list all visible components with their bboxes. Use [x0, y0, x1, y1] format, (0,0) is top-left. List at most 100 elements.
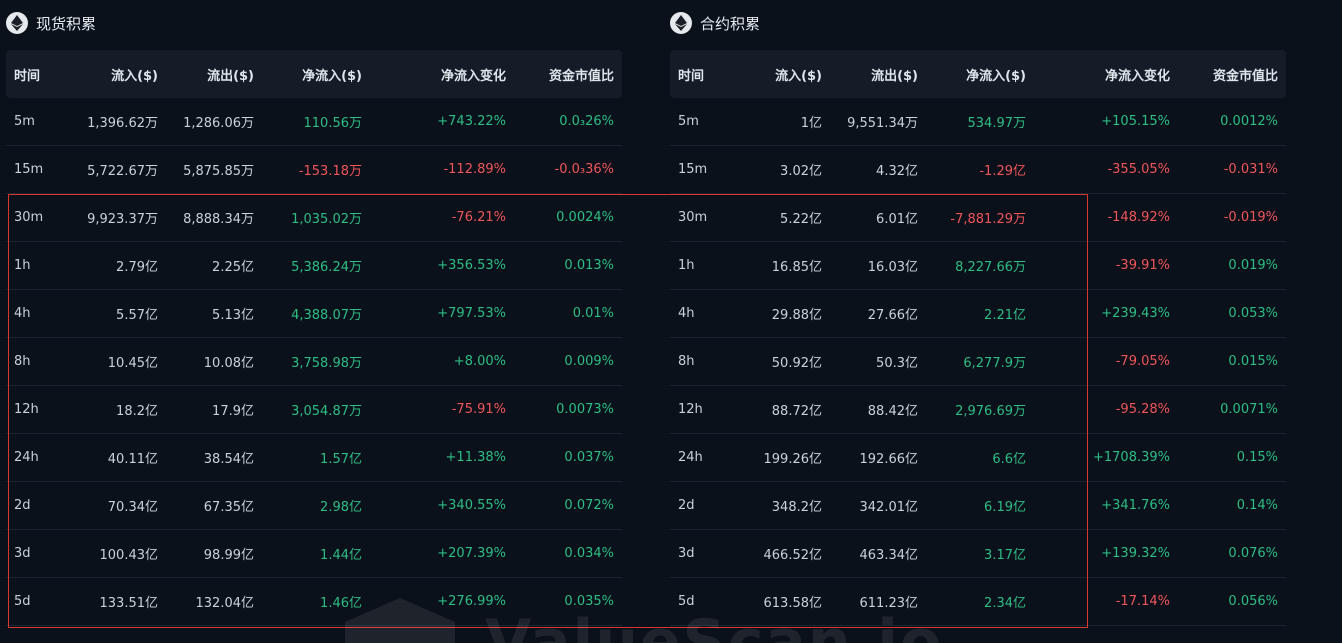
cell-fund-ratio: 0.15% [1236, 450, 1278, 465]
cell-time: 1h [678, 258, 695, 273]
header-net-inflow[interactable]: 净流入($) [918, 65, 1026, 84]
cell-fund-ratio: 0.0012% [1220, 114, 1278, 129]
cell-inflow: 3.02亿 [780, 164, 822, 179]
cell-net-inflow: 3,054.87万 [291, 404, 362, 419]
cell-outflow: 1,286.06万 [183, 116, 254, 131]
table-row[interactable]: 8h 50.92亿 50.3亿 6,277.9万 -79.05% 0.015% [670, 338, 1286, 386]
cell-net-change: +797.53% [437, 306, 506, 321]
cell-time: 24h [14, 450, 39, 465]
header-net-change[interactable]: 净流入变化 [1026, 65, 1170, 84]
cell-fund-ratio: 0.0073% [556, 402, 614, 417]
cell-net-inflow: 2,976.69万 [955, 404, 1026, 419]
cell-time: 2d [678, 498, 695, 513]
cell-time: 12h [678, 402, 703, 417]
cell-fund-ratio: 0.076% [1228, 546, 1278, 561]
cell-outflow: 10.08亿 [203, 356, 254, 371]
table-row[interactable]: 12h 88.72亿 88.42亿 2,976.69万 -95.28% 0.0071% [670, 386, 1286, 434]
table-row[interactable]: 3d 466.52亿 463.34亿 3.17亿 +139.32% 0.076% [670, 530, 1286, 578]
table-row[interactable]: 3d 100.43亿 98.99亿 1.44亿 +207.39% 0.034% [6, 530, 622, 578]
table-row[interactable]: 5m 1,396.62万 1,286.06万 110.56万 +743.22% 0.0₃2… [6, 98, 622, 146]
cell-net-inflow: 2.34亿 [984, 596, 1026, 611]
cell-fund-ratio: 0.0024% [556, 210, 614, 225]
cell-fund-ratio: 0.037% [564, 450, 614, 465]
table-row[interactable]: 12h 18.2亿 17.9亿 3,054.87万 -75.91% 0.0073% [6, 386, 622, 434]
cell-inflow: 133.51亿 [99, 596, 159, 611]
cell-fund-ratio: 0.0071% [1220, 402, 1278, 417]
cell-net-inflow: 534.97万 [967, 116, 1027, 131]
cell-net-change: +743.22% [437, 114, 506, 129]
header-fund-ratio[interactable]: 资金市值比 [506, 65, 614, 84]
header-time[interactable]: 时间 [670, 65, 730, 84]
table-row[interactable]: 2d 348.2亿 342.01亿 6.19亿 +341.76% 0.14% [670, 482, 1286, 530]
spot-table: 时间 流入($) 流出($) 净流入($) 净流入变化 资金市值比 5m 1,39… [6, 50, 622, 626]
header-net-change[interactable]: 净流入变化 [362, 65, 506, 84]
header-fund-ratio[interactable]: 资金市值比 [1170, 65, 1278, 84]
cell-net-inflow: -153.18万 [298, 164, 362, 179]
table-row[interactable]: 4h 5.57亿 5.13亿 4,388.07万 +797.53% 0.01% [6, 290, 622, 338]
futures-accumulation-panel: 合约积累 时间 流入($) 流出($) 净流入($) 净流入变化 资金市值比 5… [670, 0, 1286, 626]
cell-time: 4h [14, 306, 31, 321]
cell-time: 5m [14, 114, 35, 129]
ethereum-icon [670, 12, 692, 34]
cell-outflow: 4.32亿 [876, 164, 918, 179]
table-row[interactable]: 15m 5,722.67万 5,875.85万 -153.18万 -112.89% -0.… [6, 146, 622, 194]
table-row[interactable]: 24h 40.11亿 38.54亿 1.57亿 +11.38% 0.037% [6, 434, 622, 482]
table-row[interactable]: 1h 16.85亿 16.03亿 8,227.66万 -39.91% 0.019% [670, 242, 1286, 290]
table-row[interactable]: 4h 29.88亿 27.66亿 2.21亿 +239.43% 0.053% [670, 290, 1286, 338]
cell-fund-ratio: 0.01% [572, 306, 614, 321]
header-time[interactable]: 时间 [6, 65, 66, 84]
cell-fund-ratio: -0.019% [1223, 210, 1278, 225]
cell-net-change: +8.00% [453, 354, 506, 369]
cell-net-inflow: 8,227.66万 [955, 260, 1026, 275]
header-inflow[interactable]: 流入($) [730, 65, 822, 84]
spot-table-body: 5m 1,396.62万 1,286.06万 110.56万 +743.22% 0.0₃2… [6, 98, 622, 626]
header-outflow[interactable]: 流出($) [158, 65, 254, 84]
cell-net-inflow: 1.46亿 [320, 596, 362, 611]
cell-outflow: 8,888.34万 [183, 212, 254, 227]
cell-time: 12h [14, 402, 39, 417]
cell-inflow: 466.52亿 [763, 548, 823, 563]
cell-time: 2d [14, 498, 31, 513]
cell-net-change: -95.28% [1115, 402, 1170, 417]
table-row[interactable]: 2d 70.34亿 67.35亿 2.98亿 +340.55% 0.072% [6, 482, 622, 530]
cell-inflow: 10.45亿 [107, 356, 158, 371]
cell-outflow: 88.42亿 [867, 404, 918, 419]
cell-fund-ratio: 0.072% [564, 498, 614, 513]
header-net-inflow[interactable]: 净流入($) [254, 65, 362, 84]
cell-net-inflow: 3.17亿 [984, 548, 1026, 563]
cell-outflow: 463.34亿 [859, 548, 919, 563]
cell-net-inflow: 5,386.24万 [291, 260, 362, 275]
table-row[interactable]: 5d 613.58亿 611.23亿 2.34亿 -17.14% 0.056% [670, 578, 1286, 626]
table-row[interactable]: 8h 10.45亿 10.08亿 3,758.98万 +8.00% 0.009% [6, 338, 622, 386]
table-row[interactable]: 15m 3.02亿 4.32亿 -1.29亿 -355.05% -0.031% [670, 146, 1286, 194]
cell-outflow: 5,875.85万 [183, 164, 254, 179]
cell-time: 30m [14, 210, 44, 225]
cell-net-inflow: 6.19亿 [984, 500, 1026, 515]
table-row[interactable]: 30m 9,923.37万 8,888.34万 1,035.02万 -76.21% 0.0… [6, 194, 622, 242]
cell-net-inflow: 2.98亿 [320, 500, 362, 515]
cell-net-change: -39.91% [1115, 258, 1170, 273]
cell-net-inflow: 3,758.98万 [291, 356, 362, 371]
cell-outflow: 132.04亿 [195, 596, 255, 611]
cell-net-change: +1708.39% [1092, 450, 1170, 465]
header-inflow[interactable]: 流入($) [66, 65, 158, 84]
cell-inflow: 1亿 [800, 116, 822, 131]
cell-inflow: 348.2亿 [771, 500, 822, 515]
cell-time: 15m [678, 162, 708, 177]
cell-outflow: 17.9亿 [212, 404, 254, 419]
table-row[interactable]: 30m 5.22亿 6.01亿 -7,881.29万 -148.92% -0.019% [670, 194, 1286, 242]
header-outflow[interactable]: 流出($) [822, 65, 918, 84]
cell-net-change: -355.05% [1107, 162, 1170, 177]
cell-outflow: 67.35亿 [203, 500, 254, 515]
cell-outflow: 5.13亿 [212, 308, 254, 323]
cell-time: 24h [678, 450, 703, 465]
cell-inflow: 40.11亿 [107, 452, 158, 467]
table-row[interactable]: 5d 133.51亿 132.04亿 1.46亿 +276.99% 0.035% [6, 578, 622, 626]
cell-time: 5d [678, 594, 695, 609]
cell-fund-ratio: 0.015% [1228, 354, 1278, 369]
cell-inflow: 2.79亿 [116, 260, 158, 275]
table-row[interactable]: 24h 199.26亿 192.66亿 6.6亿 +1708.39% 0.15% [670, 434, 1286, 482]
table-row[interactable]: 5m 1亿 9,551.34万 534.97万 +105.15% 0.0012% [670, 98, 1286, 146]
table-row[interactable]: 1h 2.79亿 2.25亿 5,386.24万 +356.53% 0.013% [6, 242, 622, 290]
cell-time: 8h [678, 354, 695, 369]
